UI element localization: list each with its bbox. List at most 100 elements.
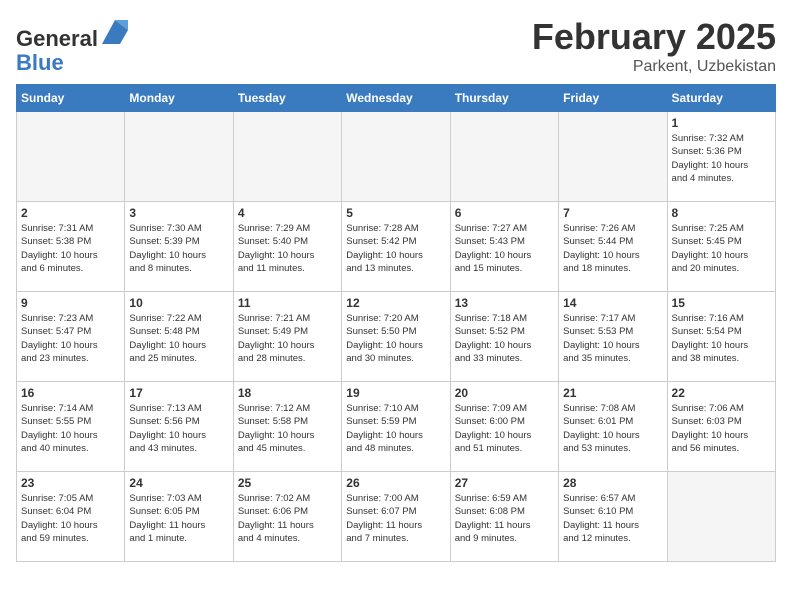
day-number: 19 — [346, 386, 445, 400]
day-number: 6 — [455, 206, 554, 220]
logo-blue-text: Blue — [16, 50, 64, 75]
calendar-cell: 15 Sunrise: 7:16 AM Sunset: 5:54 PM Dayli… — [667, 292, 775, 382]
day-info: Sunrise: 7:03 AM Sunset: 6:05 PM Dayligh… — [129, 492, 228, 545]
week-row-1: 1 Sunrise: 7:32 AM Sunset: 5:36 PM Daylig… — [17, 112, 776, 202]
logo-icon — [100, 16, 130, 46]
week-row-4: 16 Sunrise: 7:14 AM Sunset: 5:55 PM Dayli… — [17, 382, 776, 472]
day-info: Sunrise: 7:05 AM Sunset: 6:04 PM Dayligh… — [21, 492, 120, 545]
weekday-header-saturday: Saturday — [667, 85, 775, 112]
calendar-cell: 13 Sunrise: 7:18 AM Sunset: 5:52 PM Dayli… — [450, 292, 558, 382]
day-info: Sunrise: 7:02 AM Sunset: 6:06 PM Dayligh… — [238, 492, 337, 545]
day-number: 25 — [238, 476, 337, 490]
calendar-cell: 25 Sunrise: 7:02 AM Sunset: 6:06 PM Dayli… — [233, 472, 341, 562]
day-number: 13 — [455, 296, 554, 310]
logo-general-text: General — [16, 26, 98, 51]
day-info: Sunrise: 7:27 AM Sunset: 5:43 PM Dayligh… — [455, 222, 554, 275]
day-info: Sunrise: 7:28 AM Sunset: 5:42 PM Dayligh… — [346, 222, 445, 275]
calendar-cell: 16 Sunrise: 7:14 AM Sunset: 5:55 PM Dayli… — [17, 382, 125, 472]
logo: General Blue — [16, 16, 130, 75]
day-info: Sunrise: 7:20 AM Sunset: 5:50 PM Dayligh… — [346, 312, 445, 365]
calendar-cell: 3 Sunrise: 7:30 AM Sunset: 5:39 PM Daylig… — [125, 202, 233, 292]
day-info: Sunrise: 7:17 AM Sunset: 5:53 PM Dayligh… — [563, 312, 662, 365]
day-number: 15 — [672, 296, 771, 310]
calendar-cell: 18 Sunrise: 7:12 AM Sunset: 5:58 PM Dayli… — [233, 382, 341, 472]
calendar-cell: 9 Sunrise: 7:23 AM Sunset: 5:47 PM Daylig… — [17, 292, 125, 382]
day-number: 28 — [563, 476, 662, 490]
day-info: Sunrise: 7:18 AM Sunset: 5:52 PM Dayligh… — [455, 312, 554, 365]
calendar-cell: 12 Sunrise: 7:20 AM Sunset: 5:50 PM Dayli… — [342, 292, 450, 382]
week-row-3: 9 Sunrise: 7:23 AM Sunset: 5:47 PM Daylig… — [17, 292, 776, 382]
weekday-header-sunday: Sunday — [17, 85, 125, 112]
calendar-cell — [667, 472, 775, 562]
day-number: 21 — [563, 386, 662, 400]
day-info: Sunrise: 7:30 AM Sunset: 5:39 PM Dayligh… — [129, 222, 228, 275]
calendar-cell: 26 Sunrise: 7:00 AM Sunset: 6:07 PM Dayli… — [342, 472, 450, 562]
day-number: 8 — [672, 206, 771, 220]
calendar-cell — [17, 112, 125, 202]
weekday-header-friday: Friday — [559, 85, 667, 112]
day-info: Sunrise: 7:00 AM Sunset: 6:07 PM Dayligh… — [346, 492, 445, 545]
day-number: 24 — [129, 476, 228, 490]
calendar-cell: 20Sunrise: 7:09 AM Sunset: 6:00 PM Dayli… — [450, 382, 558, 472]
day-info: Sunrise: 6:59 AM Sunset: 6:08 PM Dayligh… — [455, 492, 554, 545]
weekday-header-wednesday: Wednesday — [342, 85, 450, 112]
week-row-2: 2 Sunrise: 7:31 AM Sunset: 5:38 PM Daylig… — [17, 202, 776, 292]
calendar-cell: 2 Sunrise: 7:31 AM Sunset: 5:38 PM Daylig… — [17, 202, 125, 292]
week-row-5: 23 Sunrise: 7:05 AM Sunset: 6:04 PM Dayli… — [17, 472, 776, 562]
weekday-header-thursday: Thursday — [450, 85, 558, 112]
calendar-cell: 1 Sunrise: 7:32 AM Sunset: 5:36 PM Daylig… — [667, 112, 775, 202]
day-number: 18 — [238, 386, 337, 400]
day-number: 22 — [672, 386, 771, 400]
title-block: February 2025 Parkent, Uzbekistan — [532, 16, 776, 76]
calendar-cell: 28 Sunrise: 6:57 AM Sunset: 6:10 PM Dayli… — [559, 472, 667, 562]
day-info: Sunrise: 7:22 AM Sunset: 5:48 PM Dayligh… — [129, 312, 228, 365]
day-number: 9 — [21, 296, 120, 310]
day-number: 20 — [455, 386, 554, 400]
day-number: 4 — [238, 206, 337, 220]
day-number: 11 — [238, 296, 337, 310]
calendar-cell — [559, 112, 667, 202]
day-info: Sunrise: 7:23 AM Sunset: 5:47 PM Dayligh… — [21, 312, 120, 365]
day-info: Sunrise: 7:25 AM Sunset: 5:45 PM Dayligh… — [672, 222, 771, 275]
day-number: 12 — [346, 296, 445, 310]
calendar-cell: 24 Sunrise: 7:03 AM Sunset: 6:05 PM Dayli… — [125, 472, 233, 562]
day-number: 16 — [21, 386, 120, 400]
day-number: 27 — [455, 476, 554, 490]
day-number: 26 — [346, 476, 445, 490]
day-number: 5 — [346, 206, 445, 220]
day-info: Sunrise: 7:12 AM Sunset: 5:58 PM Dayligh… — [238, 402, 337, 455]
day-info: Sunrise: 7:13 AM Sunset: 5:56 PM Dayligh… — [129, 402, 228, 455]
calendar-cell: 6 Sunrise: 7:27 AM Sunset: 5:43 PM Daylig… — [450, 202, 558, 292]
day-info: Sunrise: 6:57 AM Sunset: 6:10 PM Dayligh… — [563, 492, 662, 545]
location-text: Parkent, Uzbekistan — [532, 58, 776, 76]
day-number: 14 — [563, 296, 662, 310]
day-number: 3 — [129, 206, 228, 220]
day-info: Sunrise: 7:16 AM Sunset: 5:54 PM Dayligh… — [672, 312, 771, 365]
calendar-cell: 7Sunrise: 7:26 AM Sunset: 5:44 PM Daylig… — [559, 202, 667, 292]
calendar-cell: 8 Sunrise: 7:25 AM Sunset: 5:45 PM Daylig… — [667, 202, 775, 292]
day-info: Sunrise: 7:31 AM Sunset: 5:38 PM Dayligh… — [21, 222, 120, 275]
calendar-cell — [342, 112, 450, 202]
calendar-cell: 14 Sunrise: 7:17 AM Sunset: 5:53 PM Dayli… — [559, 292, 667, 382]
calendar-cell: 23 Sunrise: 7:05 AM Sunset: 6:04 PM Dayli… — [17, 472, 125, 562]
day-number: 2 — [21, 206, 120, 220]
day-info: Sunrise: 7:06 AM Sunset: 6:03 PM Dayligh… — [672, 402, 771, 455]
weekday-header-monday: Monday — [125, 85, 233, 112]
calendar-cell — [125, 112, 233, 202]
month-title: February 2025 — [532, 16, 776, 58]
day-info: Sunrise: 7:21 AM Sunset: 5:49 PM Dayligh… — [238, 312, 337, 365]
day-number: 7 — [563, 206, 662, 220]
day-number: 23 — [21, 476, 120, 490]
day-info: Sunrise: 7:08 AM Sunset: 6:01 PM Dayligh… — [563, 402, 662, 455]
calendar-cell: 10Sunrise: 7:22 AM Sunset: 5:48 PM Dayli… — [125, 292, 233, 382]
page-header: General Blue February 2025 Parkent, Uzbe… — [16, 16, 776, 76]
calendar-cell: 19 Sunrise: 7:10 AM Sunset: 5:59 PM Dayli… — [342, 382, 450, 472]
day-number: 17 — [129, 386, 228, 400]
day-info: Sunrise: 7:14 AM Sunset: 5:55 PM Dayligh… — [21, 402, 120, 455]
calendar-cell — [450, 112, 558, 202]
calendar-cell: 27 Sunrise: 6:59 AM Sunset: 6:08 PM Dayli… — [450, 472, 558, 562]
day-info: Sunrise: 7:10 AM Sunset: 5:59 PM Dayligh… — [346, 402, 445, 455]
day-info: Sunrise: 7:32 AM Sunset: 5:36 PM Dayligh… — [672, 132, 771, 185]
day-number: 1 — [672, 116, 771, 130]
weekday-header-tuesday: Tuesday — [233, 85, 341, 112]
